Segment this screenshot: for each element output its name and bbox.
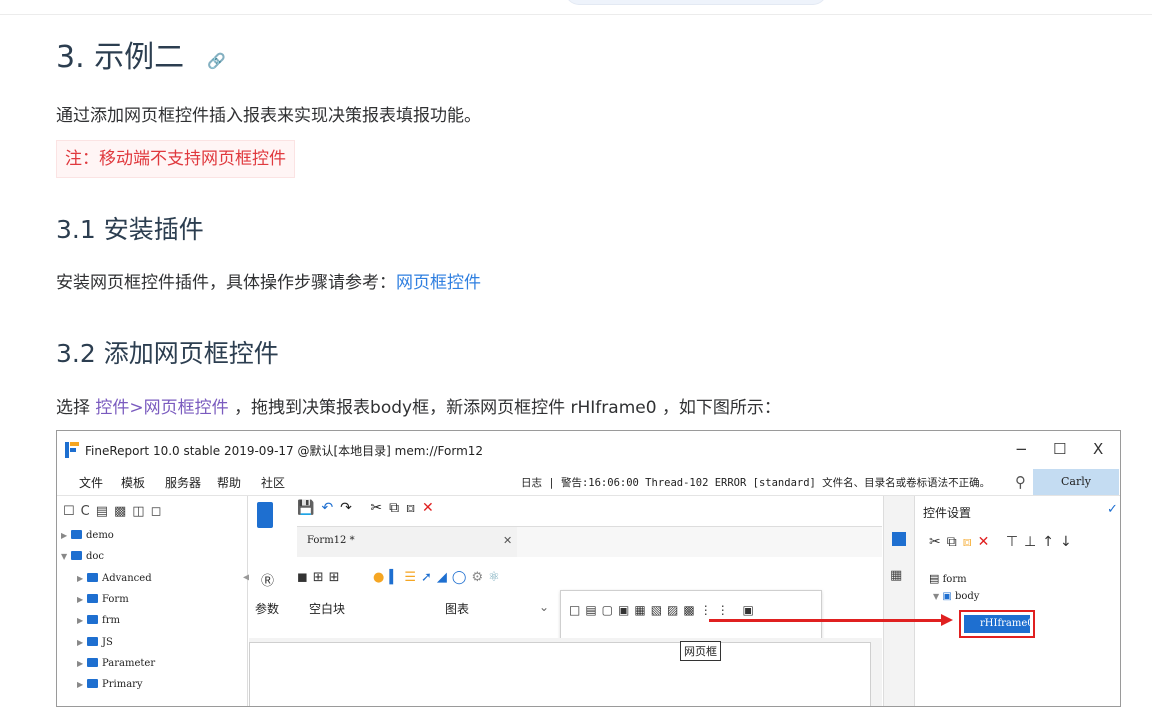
layout-icon[interactable]: ▦ — [890, 568, 902, 583]
top-bar — [0, 0, 1152, 15]
tree-label: Advanced — [102, 573, 152, 584]
folder-icon — [87, 637, 98, 646]
maximize-button[interactable]: ☐ — [1053, 440, 1066, 458]
panel-title: 控件设置 — [923, 506, 972, 520]
folder-icon — [87, 594, 98, 603]
main-toolbar-icons[interactable]: 💾↶↷ ✂⧉⧈✕ — [297, 500, 441, 516]
panel-toolbar-icons[interactable]: ✂⧉⧈✕ ⊤⊥↑↓ — [929, 534, 1078, 550]
tree-item-advanced[interactable]: ▶ Advanced — [77, 573, 152, 584]
tree-label: doc — [86, 551, 105, 562]
folder-icon — [71, 530, 82, 539]
new-template-icon[interactable] — [257, 502, 273, 528]
add-text-pre: 选择 — [56, 398, 90, 418]
install-text-label: 安装网页框控件插件，具体操作步骤请参考： — [56, 273, 396, 293]
tree-label: Form — [102, 594, 129, 605]
tree-node-form[interactable]: ▤ form — [929, 572, 967, 585]
tree-label: frm — [102, 615, 120, 626]
tree-item-js[interactable]: ▶ JS — [77, 637, 113, 648]
tab-label: Form12 * — [307, 535, 355, 546]
menu-help[interactable]: 帮助 — [217, 474, 241, 491]
menu-bar: 文件 模板 服务器 帮助 社区 日志 | 警告:16:06:00 Thread-… — [57, 469, 1120, 496]
tree-node-label: form — [942, 574, 967, 585]
drag-arrow-head — [941, 614, 953, 626]
window-titlebar: FineReport 10.0 stable 2019-09-17 @默认[本地… — [57, 431, 1120, 469]
add-text-mid: ，拖拽到决策报表body框，新添网页框控件 — [234, 398, 566, 418]
search-bar-edge[interactable] — [565, 0, 827, 5]
widget-settings-panel: 控件设置 ✓ ✂⧉⧈✕ ⊤⊥↑↓ ▤ form ▼ ▣ body rHIfram… — [914, 496, 1120, 706]
right-side-strip: ▦ — [883, 496, 914, 706]
folder-icon — [71, 551, 82, 560]
tree-item-doc[interactable]: ▼ doc — [61, 551, 104, 562]
menu-template[interactable]: 模板 — [121, 474, 145, 491]
tab-form12[interactable]: Form12 * ✕ — [297, 526, 517, 557]
widget-name: rHIframe0 — [570, 398, 657, 418]
tree-item-form[interactable]: ▶ Form — [77, 594, 129, 605]
widget-settings-icon[interactable] — [892, 532, 906, 546]
drag-arrow-line — [709, 619, 944, 622]
tree-label: Primary — [102, 679, 143, 690]
selected-widget-label: rHIframe0 — [964, 615, 1034, 633]
checkmark-icon[interactable]: ✓ — [1107, 502, 1118, 517]
page-title: 3. 示例二 — [56, 40, 185, 75]
minimize-button[interactable]: − — [1015, 440, 1028, 458]
ribbon-label-chart: 图表 — [445, 602, 470, 616]
tree-item-parameter[interactable]: ▶ Parameter — [77, 658, 155, 669]
tree-label: Parameter — [102, 658, 156, 669]
tree-toolbar-icons[interactable]: ☐C▤▩◫◻ — [63, 504, 167, 519]
template-tree-panel: ☐C▤▩◫◻ ▶ demo ▼ doc ▶ Advanced ▶ Form ▶ frm ▶… — [57, 496, 251, 706]
menu-server[interactable]: 服务器 — [165, 474, 201, 491]
folder-icon — [87, 679, 98, 688]
folder-icon — [87, 615, 98, 624]
tree-item-frm[interactable]: ▶ frm — [77, 615, 120, 626]
chevron-down-icon[interactable]: ⌄ — [539, 600, 549, 614]
canvas-area — [249, 638, 882, 706]
ribbon-label-param: 参数 — [255, 602, 280, 616]
window-title: FineReport 10.0 stable 2019-09-17 @默认[本地… — [85, 444, 484, 458]
install-text: 安装网页框控件插件，具体操作步骤请参考：网页框控件 — [56, 271, 481, 295]
tree-label: demo — [86, 530, 114, 541]
tree-node-body[interactable]: ▼ ▣ body — [933, 591, 979, 602]
tree-item-primary[interactable]: ▶ Primary — [77, 679, 143, 690]
iframe-tooltip: 网页框 — [680, 641, 721, 661]
search-icon[interactable]: ⚲ — [1015, 473, 1026, 491]
selected-widget-node[interactable]: rHIframe0 — [959, 610, 1035, 638]
warning-note: 注：移动端不支持网页框控件 — [56, 140, 295, 178]
designer-screenshot: FineReport 10.0 stable 2019-09-17 @默认[本地… — [56, 430, 1121, 707]
folder-icon — [87, 573, 98, 582]
folder-icon — [87, 658, 98, 667]
add-text-post: ，如下图所示： — [661, 398, 781, 418]
designer-center: 💾↶↷ ✂⧉⧈✕ Form12 * ✕ Ⓡ ◼⊞⊞ ●▍☰➚◢◯⚙⚛ 参数 空白… — [249, 496, 882, 706]
tree-node-label: body — [954, 591, 980, 602]
ribbon-label-blank: 空白块 — [309, 602, 346, 616]
iframe-plugin-link[interactable]: 网页框控件 — [396, 273, 481, 293]
tree-item-demo[interactable]: ▶ demo — [61, 530, 114, 541]
menu-community[interactable]: 社区 — [261, 474, 285, 491]
close-tab-icon[interactable]: ✕ — [503, 534, 512, 547]
intro-text: 通过添加网页框控件插入报表来实现决策报表填报功能。 — [56, 106, 481, 126]
block-icons[interactable]: ◼⊞⊞ — [297, 570, 345, 585]
app-logo-icon — [65, 442, 79, 458]
widget-row-1[interactable]: □▤▢▣▦▧▨▩⋮⋮ ▣ — [569, 603, 759, 617]
param-icon[interactable]: Ⓡ — [261, 570, 279, 589]
menu-path-link[interactable]: 控件>网页框控件 — [95, 398, 228, 418]
tab-strip — [517, 526, 882, 557]
add-text: 选择 控件>网页框控件 ，拖拽到决策报表body框，新添网页框控件 rHIfra… — [56, 396, 781, 420]
menu-file[interactable]: 文件 — [79, 474, 103, 491]
section-title-add: 3.2 添加网页框控件 — [56, 339, 279, 368]
chart-icons[interactable]: ●▍☰➚◢◯⚙⚛ — [373, 570, 505, 585]
close-button[interactable]: X — [1093, 440, 1103, 458]
tree-label: JS — [102, 637, 113, 648]
section-title-install: 3.1 安装插件 — [56, 215, 204, 244]
user-account[interactable]: Carly — [1033, 469, 1119, 495]
log-message[interactable]: 日志 | 警告:16:06:00 Thread-102 ERROR [stand… — [521, 475, 990, 490]
body-sheet[interactable] — [249, 642, 871, 706]
link-icon[interactable]: 🔗 — [207, 52, 226, 70]
